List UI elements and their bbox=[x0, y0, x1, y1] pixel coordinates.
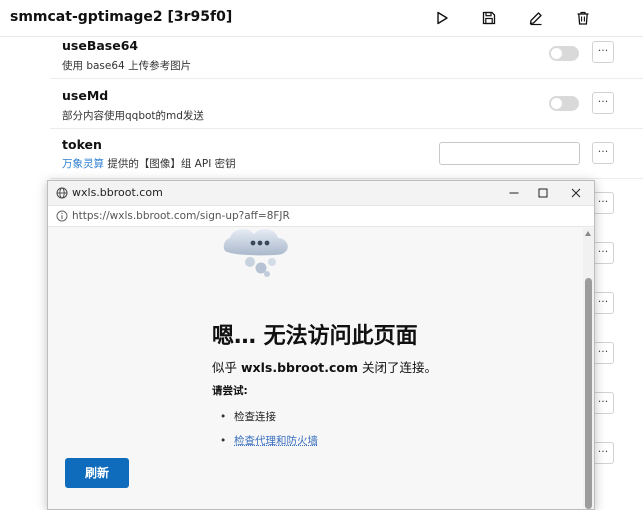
error-page: 嗯… 无法访问此页面 似乎 wxls.bbroot.com 关闭了连接。 请尝试… bbox=[48, 228, 583, 509]
top-bar: smmcat-gptimage2 [3r95f0] bbox=[0, 0, 643, 37]
maximize-button[interactable] bbox=[533, 184, 553, 202]
suggestion-item: • 检查连接 bbox=[220, 409, 276, 424]
config-row-token: token 万象灵算 提供的【图像】组 API 密钥 ··· bbox=[50, 129, 643, 179]
usebase64-toggle[interactable] bbox=[549, 46, 579, 61]
try-label: 请尝试: bbox=[212, 383, 248, 398]
proxy-firewall-link[interactable]: 检查代理和防火墙 bbox=[234, 435, 318, 447]
popup-scrollbar[interactable] bbox=[583, 228, 594, 509]
suggestion-item-link[interactable]: • 检查代理和防火墙 bbox=[220, 433, 318, 448]
minimize-icon bbox=[509, 188, 519, 198]
config-row-usebase64: useBase64 使用 base64 上传参考图片 ··· bbox=[50, 37, 643, 79]
more-button[interactable]: ··· bbox=[592, 192, 614, 214]
globe-icon bbox=[56, 187, 68, 199]
save-button[interactable] bbox=[479, 8, 499, 28]
run-button[interactable] bbox=[432, 8, 452, 28]
close-icon bbox=[571, 188, 581, 198]
more-button[interactable]: ··· bbox=[592, 92, 614, 114]
config-key: token bbox=[62, 137, 102, 152]
more-button[interactable]: ··· bbox=[592, 392, 614, 414]
error-title: 嗯… 无法访问此页面 bbox=[212, 318, 418, 350]
edit-button[interactable] bbox=[526, 8, 546, 28]
address-url[interactable]: https://wxls.bbroot.com/sign-up?aff=8FJR bbox=[72, 210, 290, 222]
usemd-toggle[interactable] bbox=[549, 96, 579, 111]
more-button[interactable]: ··· bbox=[592, 342, 614, 364]
config-desc: 万象灵算 提供的【图像】组 API 密钥 bbox=[62, 156, 236, 171]
error-subtitle: 似乎 wxls.bbroot.com 关闭了连接。 bbox=[212, 357, 437, 376]
cloud-error-icon bbox=[220, 228, 300, 284]
popup-browser-window: wxls.bbroot.com https://wxls.bbroot.com/… bbox=[47, 180, 595, 510]
address-bar[interactable]: https://wxls.bbroot.com/sign-up?aff=8FJR bbox=[48, 205, 594, 227]
config-row-usemd: useMd 部分内容使用qqbot的md发送 ··· bbox=[50, 79, 643, 129]
config-key: useMd bbox=[62, 88, 108, 103]
suggestion-text: 检查连接 bbox=[234, 411, 276, 423]
delete-button[interactable] bbox=[573, 8, 593, 28]
maximize-icon bbox=[538, 188, 548, 198]
save-icon bbox=[481, 10, 497, 26]
close-button[interactable] bbox=[566, 184, 586, 202]
scroll-up-arrow-icon[interactable] bbox=[585, 231, 591, 236]
wanxiang-link[interactable]: 万象灵算 bbox=[62, 158, 104, 170]
trash-icon bbox=[575, 10, 591, 26]
more-button[interactable]: ··· bbox=[592, 242, 614, 264]
error-host: wxls.bbroot.com bbox=[241, 360, 358, 375]
config-desc: 部分内容使用qqbot的md发送 bbox=[62, 108, 204, 123]
plugin-title: smmcat-gptimage2 [3r95f0] bbox=[10, 9, 232, 25]
reload-button[interactable]: 刷新 bbox=[65, 458, 129, 488]
config-desc: 使用 base64 上传参考图片 bbox=[62, 58, 191, 73]
more-button[interactable]: ··· bbox=[592, 442, 614, 464]
error-sub-pre: 似乎 bbox=[212, 360, 241, 375]
scroll-thumb[interactable] bbox=[585, 278, 592, 509]
config-desc-rest: 提供的【图像】组 API 密钥 bbox=[104, 158, 236, 170]
popup-titlebar[interactable]: wxls.bbroot.com bbox=[48, 181, 594, 205]
popup-window-title: wxls.bbroot.com bbox=[72, 186, 163, 199]
config-key: useBase64 bbox=[62, 38, 138, 53]
toggle-knob bbox=[551, 98, 562, 109]
token-input[interactable] bbox=[439, 142, 580, 165]
play-icon bbox=[434, 10, 450, 26]
info-icon[interactable] bbox=[56, 210, 68, 222]
error-sub-post: 关闭了连接。 bbox=[358, 360, 437, 375]
minimize-button[interactable] bbox=[504, 184, 524, 202]
bullet: • bbox=[220, 435, 234, 447]
edit-icon bbox=[528, 10, 544, 26]
more-button[interactable]: ··· bbox=[592, 41, 614, 63]
bullet: • bbox=[220, 411, 234, 423]
more-button[interactable]: ··· bbox=[592, 142, 614, 164]
more-button[interactable]: ··· bbox=[592, 292, 614, 314]
toggle-knob bbox=[551, 48, 562, 59]
